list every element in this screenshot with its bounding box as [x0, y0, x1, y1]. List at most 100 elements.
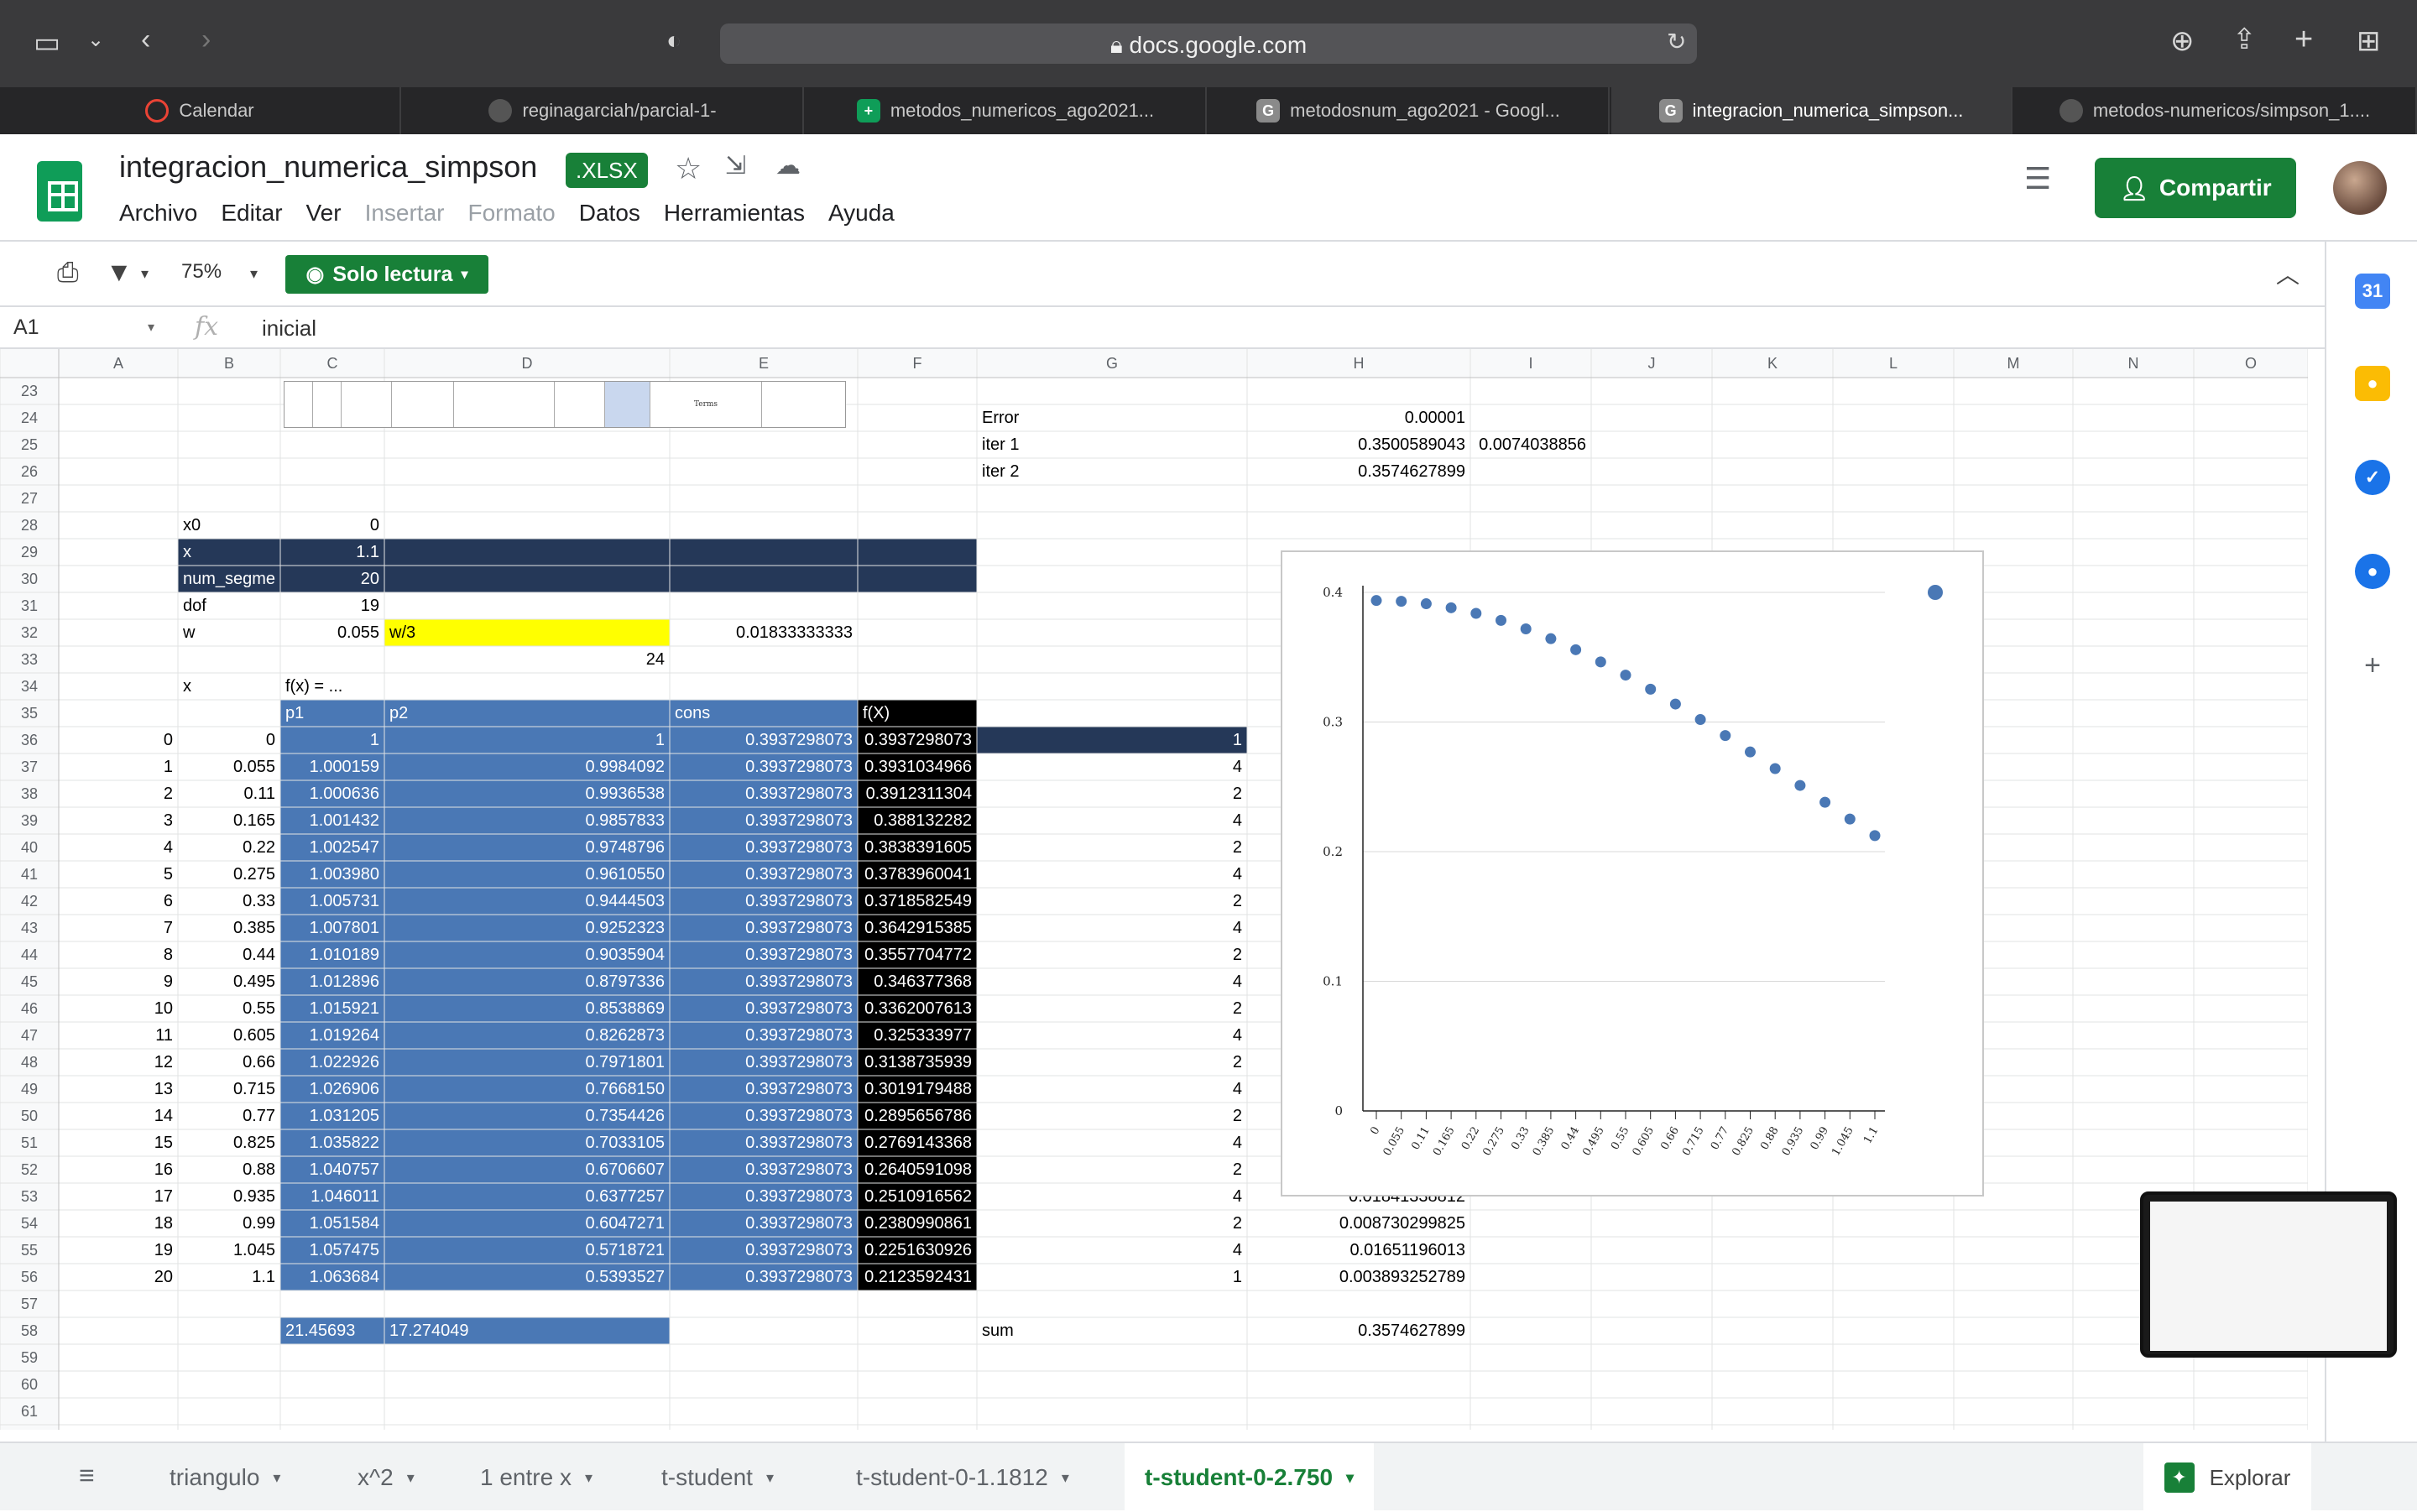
sheets-logo[interactable]	[37, 161, 82, 222]
table-cell[interactable]: 0.3937298073	[670, 1264, 858, 1290]
column-header[interactable]: N	[2073, 355, 2194, 373]
table-cell[interactable]: 0.8797336	[384, 968, 670, 995]
tab-overview-icon[interactable]: ⊞	[2357, 27, 2381, 55]
label-cell[interactable]: Error	[977, 404, 1247, 431]
share-icon[interactable]: ⇪	[2232, 25, 2257, 54]
scatter-chart[interactable]: 0 0.1 0.2 0.3 0.4 0 0.055 0.11 0.165 0.22 0.275 0.3…	[1281, 550, 1984, 1197]
table-cell[interactable]: 0	[178, 727, 280, 753]
row-header[interactable]: 26	[0, 463, 59, 481]
table-cell[interactable]: 2	[977, 1210, 1247, 1237]
cell[interactable]: 24	[384, 646, 670, 673]
table-cell[interactable]: 0.8538869	[384, 995, 670, 1022]
table-cell[interactable]: 1.045	[178, 1237, 280, 1264]
table-cell[interactable]: 2	[977, 1156, 1247, 1183]
row-header[interactable]: 49	[0, 1081, 59, 1098]
row-header[interactable]: 28	[0, 517, 59, 534]
keep-icon[interactable]: ●	[2355, 366, 2390, 401]
menu-insertar[interactable]: Insertar	[365, 200, 445, 227]
table-cell[interactable]: 0.275	[178, 861, 280, 888]
row-header[interactable]: 36	[0, 732, 59, 749]
cloud-icon[interactable]: ☁	[775, 151, 801, 180]
row-header[interactable]: 60	[0, 1376, 59, 1394]
cell[interactable]: 17.274049	[384, 1317, 670, 1344]
table-cell[interactable]: 1.015921	[280, 995, 384, 1022]
table-cell[interactable]: 18	[59, 1210, 178, 1237]
table-cell[interactable]: 4	[977, 753, 1247, 780]
table-cell[interactable]: 0.3937298073	[670, 968, 858, 995]
row-header[interactable]: 24	[0, 409, 59, 427]
table-cell[interactable]: 4	[59, 834, 178, 861]
row-header[interactable]: 29	[0, 544, 59, 561]
row-header[interactable]: 38	[0, 785, 59, 803]
table-cell[interactable]: 5	[59, 861, 178, 888]
table-cell[interactable]: 11	[59, 1022, 178, 1049]
browser-tab-sheets[interactable]: + metodos_numericos_ago2021...	[806, 87, 1207, 134]
row-header[interactable]: 53	[0, 1188, 59, 1206]
row-header[interactable]: 45	[0, 973, 59, 991]
table-cell[interactable]: 0.9748796	[384, 834, 670, 861]
browser-tab-github-parcial[interactable]: reginagarciah/parcial-1-	[403, 87, 804, 134]
row-header[interactable]: 47	[0, 1027, 59, 1045]
row-header[interactable]: 55	[0, 1242, 59, 1259]
table-cell[interactable]: 15	[59, 1129, 178, 1156]
column-header[interactable]: C	[280, 355, 384, 373]
table-cell[interactable]: 0.9252323	[384, 915, 670, 941]
table-cell[interactable]: 0.3937298073	[670, 861, 858, 888]
browser-tab-calendar[interactable]: Calendar	[0, 87, 401, 134]
table-cell[interactable]: 1.063684	[280, 1264, 384, 1290]
view-only-badge[interactable]: ◉ Solo lectura ▾	[285, 255, 488, 294]
table-cell[interactable]: 0.935	[178, 1183, 280, 1210]
table-cell[interactable]: 0	[59, 727, 178, 753]
table-cell[interactable]: 0.3937298073	[670, 941, 858, 968]
table-cell[interactable]: 0.7971801	[384, 1049, 670, 1076]
browser-tab-simpson[interactable]: G integracion_numerica_simpson...	[1611, 87, 2012, 134]
table-cell[interactable]: 19	[59, 1237, 178, 1264]
table-cell[interactable]: 0.3937298073	[670, 1076, 858, 1103]
row-header[interactable]: 34	[0, 678, 59, 696]
table-cell[interactable]: 0.3718582549	[858, 888, 977, 915]
table-cell[interactable]: 6	[59, 888, 178, 915]
chevron-down-icon[interactable]: ⌄	[87, 30, 104, 50]
column-header[interactable]: E	[670, 355, 858, 373]
menu-herramientas[interactable]: Herramientas	[664, 200, 805, 227]
table-cell[interactable]: 1.000159	[280, 753, 384, 780]
table-cell[interactable]: 16	[59, 1156, 178, 1183]
cell[interactable]: 20	[280, 566, 384, 592]
row-header[interactable]: 41	[0, 866, 59, 884]
table-cell[interactable]: 0.2251630926	[858, 1237, 977, 1264]
row-header[interactable]: 25	[0, 436, 59, 454]
table-cell[interactable]: 2	[977, 995, 1247, 1022]
table-cell[interactable]: 3	[59, 807, 178, 834]
table-cell[interactable]: 0.2123592431	[858, 1264, 977, 1290]
table-cell[interactable]: 0.2510916562	[858, 1183, 977, 1210]
label-cell[interactable]: iter 2	[977, 458, 1247, 485]
sheet-tab-triangulo[interactable]: triangulo ▾	[149, 1443, 300, 1512]
table-cell[interactable]: 1.057475	[280, 1237, 384, 1264]
table-cell[interactable]: 0.11	[178, 780, 280, 807]
table-cell[interactable]: 0.165	[178, 807, 280, 834]
add-addon-icon[interactable]: +	[2355, 648, 2390, 683]
table-cell[interactable]: 2	[59, 780, 178, 807]
browser-tab-google[interactable]: G metodosnum_ago2021 - Googl...	[1208, 87, 1610, 134]
table-cell[interactable]: 0.6706607	[384, 1156, 670, 1183]
label-cell[interactable]: x0	[178, 512, 280, 539]
table-cell[interactable]: 0.3937298073	[670, 888, 858, 915]
formula-image[interactable]: Terms	[284, 381, 846, 428]
table-cell[interactable]: 0.495	[178, 968, 280, 995]
row-header[interactable]: 27	[0, 490, 59, 508]
explore-button[interactable]: ✦ Explorar	[2143, 1443, 2311, 1512]
table-cell[interactable]: 0.3937298073	[670, 1129, 858, 1156]
table-cell[interactable]: 2	[977, 941, 1247, 968]
label-cell[interactable]: w/3	[384, 619, 670, 646]
collapse-icon[interactable]: ︿	[2276, 257, 2300, 290]
table-cell[interactable]: 0.388132282	[858, 807, 977, 834]
star-icon[interactable]: ☆	[675, 151, 702, 186]
table-cell[interactable]: 0.3937298073	[670, 753, 858, 780]
table-cell[interactable]: 0.3642915385	[858, 915, 977, 941]
address-bar[interactable]: 🔒︎ docs.google.com ↻	[720, 23, 1697, 64]
table-cell[interactable]: 1.035822	[280, 1129, 384, 1156]
table-cell[interactable]: 0.3937298073	[858, 727, 977, 753]
table-cell[interactable]: 4	[977, 1237, 1247, 1264]
header-cell[interactable]: p1	[280, 700, 384, 727]
chevron-down-icon[interactable]: ▾	[250, 265, 258, 283]
